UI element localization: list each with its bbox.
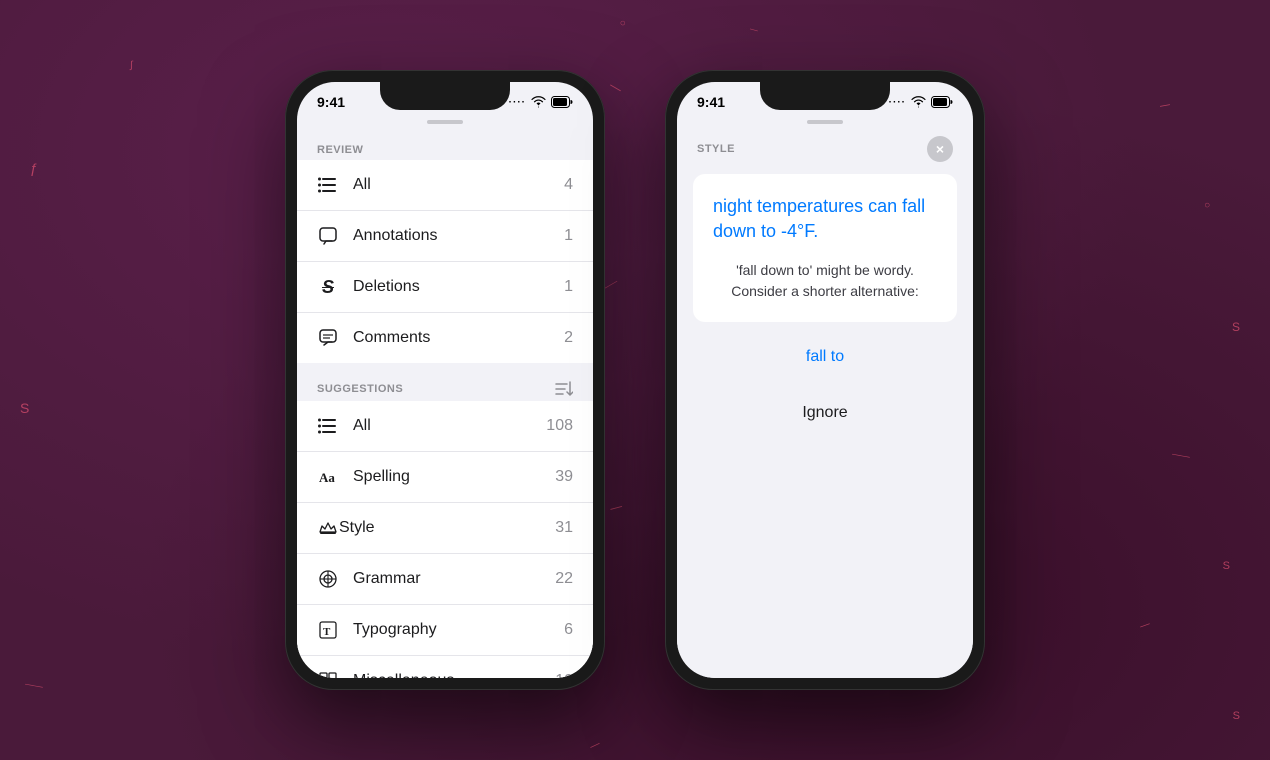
status-icons-2: ···· — [889, 96, 953, 108]
list-item-annotations[interactable]: Annotations 1 — [297, 211, 593, 262]
sheet-handle-1 — [427, 120, 463, 124]
annotation-icon — [317, 225, 339, 247]
list-item-spelling[interactable]: Aa Spelling 39 — [297, 452, 593, 503]
review-label: REVIEW — [317, 144, 363, 156]
highlighted-sentence: night temperatures can fall down to -4°F… — [713, 194, 937, 244]
suggestions-label: SUGGESTIONS — [317, 383, 403, 395]
suggestions-list: All 108 Aa Spelling 39 — [297, 401, 593, 678]
comments-count: 2 — [564, 329, 573, 347]
wifi-icon-2 — [911, 96, 926, 108]
deletions-count: 1 — [564, 278, 573, 296]
grammar-label: Grammar — [353, 570, 421, 588]
suggestions-section-header: SUGGESTIONS — [297, 373, 593, 401]
style-count: 31 — [555, 519, 573, 537]
miscellaneous-label: Miscellaneous — [353, 672, 454, 678]
spelling-count: 39 — [555, 468, 573, 486]
list-item-typography[interactable]: T Typography 6 — [297, 605, 593, 656]
list-item-grammar[interactable]: Grammar 22 — [297, 554, 593, 605]
fall-to-label: fall to — [806, 348, 844, 365]
signal-icon-2: ···· — [889, 97, 906, 108]
list-item-all-suggestions[interactable]: All 108 — [297, 401, 593, 452]
fall-to-button[interactable]: fall to — [693, 334, 957, 380]
list-icon-all-suggestions — [317, 415, 339, 437]
svg-text:Aa: Aa — [319, 470, 335, 485]
grammar-icon — [317, 568, 339, 590]
annotations-label: Annotations — [353, 227, 438, 245]
wifi-icon-1 — [531, 96, 546, 108]
phone-1: 9:41 ···· — [285, 70, 605, 690]
battery-icon-2 — [931, 96, 953, 108]
style-content-card: night temperatures can fall down to -4°F… — [693, 174, 957, 322]
status-time-2: 9:41 — [697, 94, 725, 110]
style-panel-title: STYLE — [697, 143, 735, 155]
typography-icon: T — [317, 619, 339, 641]
list-item-miscellaneous[interactable]: Miscellaneous 10 — [297, 656, 593, 678]
suggestions-all-label: All — [353, 417, 371, 435]
battery-icon-1 — [551, 96, 573, 108]
list-item-deletions[interactable]: S Deletions 1 — [297, 262, 593, 313]
status-icons-1: ···· — [509, 96, 573, 108]
deletion-icon: S — [317, 276, 339, 298]
deletions-label: Deletions — [353, 278, 420, 296]
close-button[interactable]: × — [927, 136, 953, 162]
list-item-comments[interactable]: Comments 2 — [297, 313, 593, 363]
typography-count: 6 — [564, 621, 573, 639]
suggestions-all-count: 108 — [546, 417, 573, 435]
grammar-count: 22 — [555, 570, 573, 588]
comments-label: Comments — [353, 329, 430, 347]
notch-1 — [380, 82, 510, 110]
list-item-style[interactable]: Style 31 — [297, 503, 593, 554]
spelling-label: Spelling — [353, 468, 410, 486]
signal-icon-1: ···· — [509, 97, 526, 108]
style-panel: STYLE × night temperatures can fall down… — [677, 136, 973, 678]
list-icon-all — [317, 174, 339, 196]
review-list: All 4 Annotations 1 — [297, 160, 593, 363]
ignore-button[interactable]: Ignore — [693, 390, 957, 436]
ignore-label: Ignore — [802, 404, 847, 421]
status-time-1: 9:41 — [317, 94, 345, 110]
phone-2: 9:41 ···· — [665, 70, 985, 690]
style-panel-header: STYLE × — [693, 136, 957, 174]
typography-label: Typography — [353, 621, 437, 639]
style-label: Style — [339, 519, 375, 537]
list-item-all-review[interactable]: All 4 — [297, 160, 593, 211]
style-icon — [317, 517, 339, 539]
review-all-label: All — [353, 176, 371, 194]
spelling-icon: Aa — [317, 466, 339, 488]
review-section-header: REVIEW — [297, 136, 593, 160]
comment-icon — [317, 327, 339, 349]
misc-icon — [317, 670, 339, 678]
annotations-count: 1 — [564, 227, 573, 245]
svg-text:T: T — [323, 626, 331, 638]
notch-2 — [760, 82, 890, 110]
review-all-count: 4 — [564, 176, 573, 194]
suggestion-body: 'fall down to' might be wordy. Consider … — [713, 260, 937, 302]
sheet-handle-2 — [807, 120, 843, 124]
miscellaneous-count: 10 — [555, 672, 573, 678]
sort-icon[interactable] — [555, 381, 573, 397]
